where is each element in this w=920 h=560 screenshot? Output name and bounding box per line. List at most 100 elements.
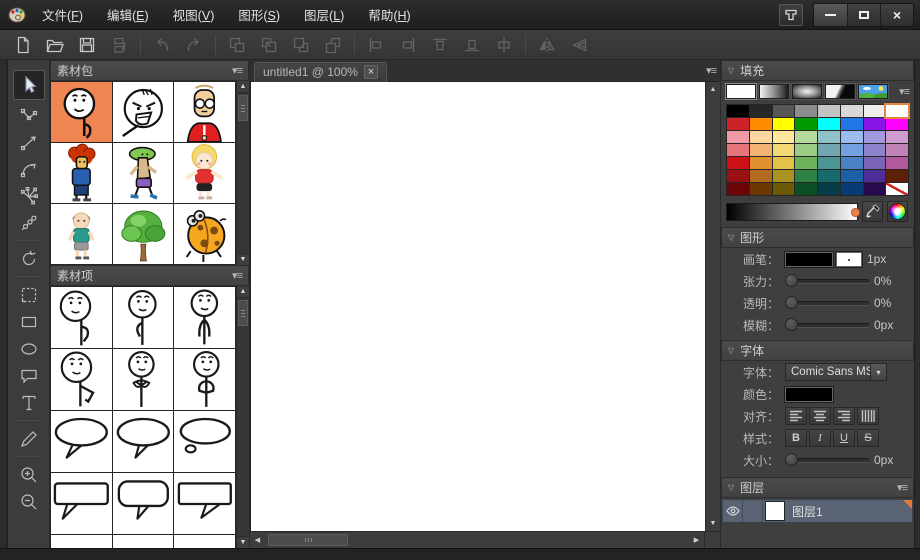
pack-thumb-ladybug[interactable] [174,204,235,264]
scroll-down-icon[interactable]: ▼ [237,536,249,548]
pack-thumb-stick-figure[interactable] [51,82,112,142]
bold-button[interactable]: B [785,429,807,447]
palette-swatch[interactable] [773,183,795,195]
crop-tool[interactable] [13,282,45,307]
fill-type-bitmap[interactable] [858,84,888,99]
slider-knob[interactable] [785,296,798,309]
zoom-out-tool[interactable] [13,489,45,514]
ellipse-tool[interactable] [13,336,45,361]
panel-menu-icon[interactable]: ▾≡ [232,269,242,282]
layer-lock-cell[interactable] [743,500,763,522]
eyedropper-button[interactable] [862,201,883,222]
item-thumb-figure-pose-2[interactable] [113,287,174,348]
palette-swatch[interactable] [818,183,840,195]
align-text-left-button[interactable] [785,407,807,425]
rectangle-tool[interactable] [13,309,45,334]
palette-swatch[interactable] [773,157,795,169]
palette-swatch[interactable] [841,131,863,143]
align-text-vertical-button[interactable] [857,407,879,425]
scroll-down-icon[interactable]: ▼ [706,517,720,530]
item-thumb-figure-pose-6[interactable] [174,349,235,410]
layer-thumbnail[interactable] [765,501,785,521]
color-wheel-button[interactable] [887,201,908,222]
fill-color-swatch[interactable] [836,252,862,267]
items-scrollbar[interactable]: ▲ ▼ [236,286,249,548]
gradient-marker[interactable] [851,208,860,217]
fill-type-radial-gradient[interactable] [792,84,822,99]
palette-swatch[interactable] [773,170,795,182]
item-thumb-bubble-oval-tail-left[interactable] [51,411,112,472]
slider-knob[interactable] [785,453,798,466]
palette-swatch[interactable] [841,183,863,195]
palette-swatch[interactable] [818,131,840,143]
scroll-up-icon[interactable]: ▲ [706,83,720,96]
align-text-right-button[interactable] [833,407,855,425]
pack-thumb-green-hair-boy[interactable] [113,143,174,203]
palette-swatch[interactable] [727,105,749,117]
palette-swatch[interactable] [886,170,908,182]
palette-swatch[interactable] [795,170,817,182]
bring-to-front-button[interactable] [222,32,252,58]
palette-swatch[interactable] [886,131,908,143]
fill-menu-icon[interactable]: ▾≡ [899,85,909,98]
send-backward-button[interactable] [286,32,316,58]
line-tool[interactable] [13,129,45,154]
menu-help[interactable]: 帮助(H) [358,2,420,27]
underline-button[interactable]: U [833,429,855,447]
palette-swatch[interactable] [818,157,840,169]
palette-swatch[interactable] [864,118,886,130]
dropdown-arrow-icon[interactable]: ▾ [870,364,886,380]
palette-swatch[interactable] [750,105,772,117]
document-tab[interactable]: untitled1 @ 100% × [254,62,387,82]
pack-thumb-blonde-kid[interactable] [174,143,235,203]
layers-section-header[interactable]: ▽ 图层 ▾≡ [721,477,914,498]
items-scrollbar-thumb[interactable] [238,300,248,326]
pack-thumb-dilbert[interactable] [174,82,235,142]
palette-swatch[interactable] [864,105,886,117]
palette-swatch[interactable] [750,144,772,156]
menu-file[interactable]: 文件(F) [32,2,93,27]
palette-swatch[interactable] [727,157,749,169]
font-color-swatch[interactable] [785,387,833,402]
canvas-vertical-scrollbar[interactable]: ▲ ▼ [705,82,720,531]
shape-section-header[interactable]: ▽ 图形 [721,227,914,248]
slider-knob[interactable] [785,318,798,331]
palette-swatch[interactable] [841,144,863,156]
item-thumb-figure-pose-5[interactable] [113,349,174,410]
smooth-tool[interactable] [13,210,45,235]
undo-button[interactable] [147,32,177,58]
close-button[interactable]: × [880,4,913,26]
item-thumb-bubble-cloud[interactable] [51,535,112,548]
select-tool[interactable] [13,70,45,100]
font-size-slider[interactable] [785,453,869,467]
palette-swatch[interactable] [795,157,817,169]
pack-thumb-boy-teal[interactable] [51,204,112,264]
node-edit-tool[interactable] [13,102,45,127]
material-packs-header[interactable]: 素材包 ▾≡ [50,60,249,81]
menu-layer[interactable]: 图层(L) [294,2,354,27]
scroll-down-icon[interactable]: ▼ [237,253,249,265]
scroll-left-icon[interactable]: ◀ [250,536,265,544]
palette-swatch[interactable] [773,144,795,156]
menu-view[interactable]: 视图(V) [163,2,225,27]
palette-swatch[interactable] [727,183,749,195]
new-button[interactable] [8,32,38,58]
palette-swatch[interactable] [864,131,886,143]
align-left-button[interactable] [361,32,391,58]
flip-vertical-button[interactable] [564,32,594,58]
drawing-canvas[interactable] [250,82,705,531]
item-thumb-bubble-plain[interactable] [113,535,174,548]
tab-close-button[interactable]: × [364,65,378,79]
item-thumb-bubble-rect-tail-left[interactable] [51,473,112,534]
bring-forward-button[interactable] [254,32,284,58]
strikethrough-button[interactable]: S [857,429,879,447]
palette-swatch[interactable] [795,183,817,195]
item-thumb-bubble-burst[interactable] [174,535,235,548]
palette-swatch[interactable] [773,105,795,117]
redo-button[interactable] [179,32,209,58]
zoom-in-tool[interactable] [13,462,45,487]
send-to-back-button[interactable] [318,32,348,58]
tension-slider[interactable] [785,274,869,288]
opacity-slider[interactable] [785,296,869,310]
palette-swatch[interactable] [864,170,886,182]
